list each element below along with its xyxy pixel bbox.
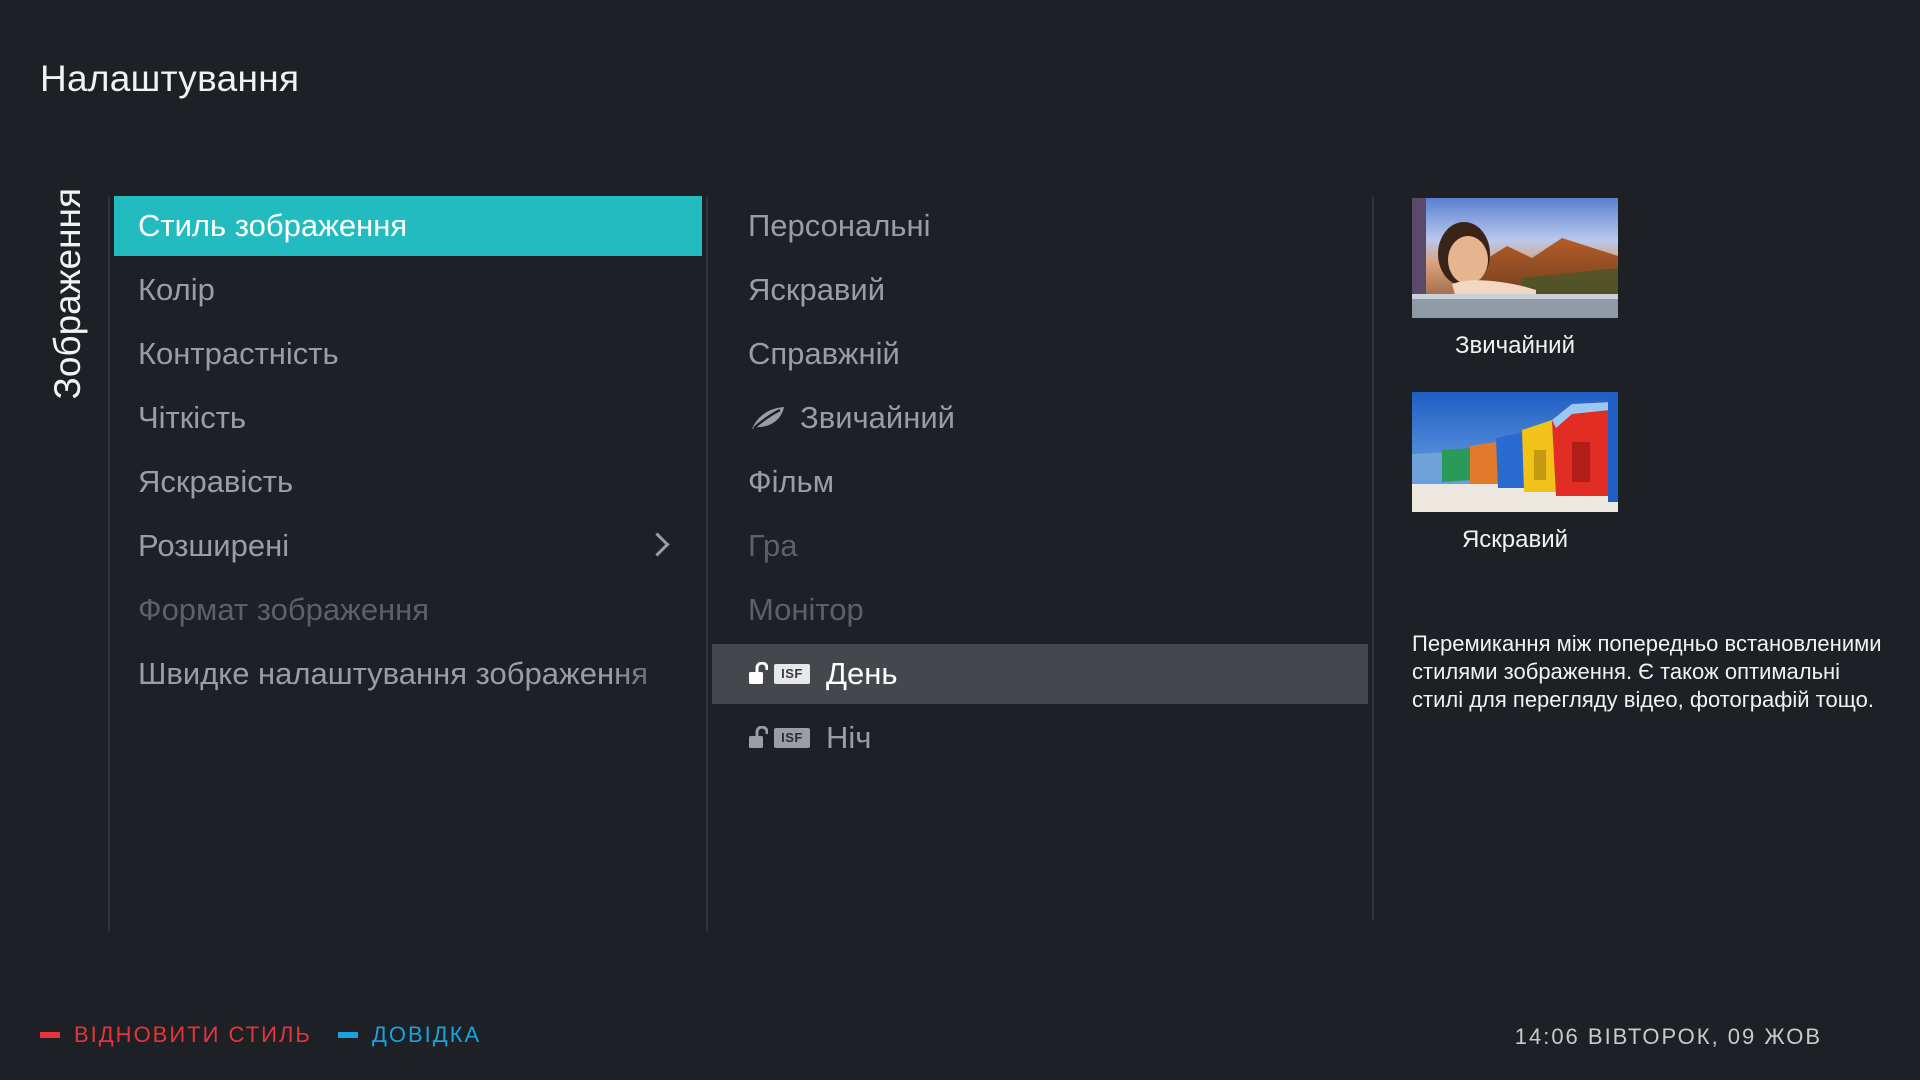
style-option-standard[interactable]: Звичайний bbox=[712, 388, 1368, 448]
isf-badge: ISF bbox=[774, 664, 810, 684]
menu-item-brightness[interactable]: Яскравість bbox=[114, 452, 702, 512]
style-option-game: Гра bbox=[712, 516, 1368, 576]
menu-item-label: Стиль зображення bbox=[138, 208, 408, 243]
chevron-right-icon bbox=[645, 532, 670, 557]
picture-settings-menu: Стиль зображення Колір Контрастність Чіт… bbox=[114, 196, 702, 708]
column-divider bbox=[1372, 196, 1374, 920]
section-tab-label: Зображення bbox=[47, 188, 88, 400]
tv-settings-screen: Налаштування Зображення Стиль зображення… bbox=[0, 0, 1920, 1080]
style-option-natural[interactable]: Справжній bbox=[712, 324, 1368, 384]
style-option-isf-night[interactable]: ISF Ніч bbox=[712, 708, 1368, 768]
help-description: Перемикання між попередньо встановленими… bbox=[1412, 631, 1882, 712]
style-option-label: Фільм bbox=[748, 464, 835, 499]
menu-item-label: Розширені bbox=[138, 528, 290, 563]
menu-item-label: Формат зображення bbox=[138, 592, 430, 627]
menu-item-quick-picture-setup[interactable]: Швидке налаштування зображення bbox=[114, 644, 702, 704]
style-option-label: Яскравий bbox=[748, 272, 886, 307]
unlocked-lock-icon bbox=[749, 726, 768, 748]
help-button[interactable]: ДОВІДКА bbox=[338, 1022, 481, 1048]
menu-item-contrast[interactable]: Контрастність bbox=[114, 324, 702, 384]
menu-item-picture-style[interactable]: Стиль зображення bbox=[114, 196, 702, 256]
style-option-label: Справжній bbox=[748, 336, 900, 371]
colorful-beach-huts-photo bbox=[1412, 392, 1618, 512]
page-title: Налаштування bbox=[40, 58, 300, 99]
menu-item-label: Колір bbox=[138, 272, 215, 307]
menu-item-label: Чіткість bbox=[138, 400, 247, 435]
menu-item-color[interactable]: Колір bbox=[114, 260, 702, 320]
style-option-label: Ніч bbox=[826, 720, 872, 755]
preview-thumbnail-vivid: Яскравий bbox=[1412, 392, 1618, 554]
preview-thumbnail-label: Звичайний bbox=[1455, 332, 1575, 359]
restore-style-button[interactable]: ВІДНОВИТИ СТИЛЬ bbox=[40, 1022, 312, 1048]
isf-badge: ISF bbox=[774, 728, 810, 748]
menu-item-sharpness[interactable]: Чіткість bbox=[114, 388, 702, 448]
preview-thumbnail-label: Яскравий bbox=[1461, 526, 1569, 553]
girl-window-landscape-photo bbox=[1412, 198, 1618, 318]
style-option-label: Персональні bbox=[748, 208, 931, 243]
style-option-label: Звичайний bbox=[800, 400, 955, 435]
menu-item-label: Яскравість bbox=[138, 464, 294, 499]
style-option-isf-day[interactable]: ISF День bbox=[712, 644, 1368, 704]
style-option-label: День bbox=[826, 656, 898, 691]
clock-status: 14:06 ВІВТОРОК, 09 ЖОВ bbox=[1514, 1024, 1822, 1049]
picture-style-list: Персональні Яскравий Справжній Звичайний… bbox=[712, 196, 1368, 772]
style-preview-panel: Звичайний Яскравий bbox=[1412, 198, 1892, 586]
menu-item-advanced[interactable]: Розширені bbox=[114, 516, 702, 576]
style-option-label: Монітор bbox=[748, 592, 864, 627]
menu-item-picture-format: Формат зображення bbox=[114, 580, 702, 640]
help-label: ДОВІДКА bbox=[372, 1022, 482, 1047]
eco-leaf-icon bbox=[752, 407, 784, 429]
blue-key-indicator bbox=[338, 1032, 358, 1038]
red-key-indicator bbox=[40, 1032, 60, 1038]
style-option-movie[interactable]: Фільм bbox=[712, 452, 1368, 512]
restore-style-label: ВІДНОВИТИ СТИЛЬ bbox=[74, 1022, 312, 1047]
column-divider bbox=[706, 196, 708, 932]
preview-thumbnail-standard: Звичайний bbox=[1412, 198, 1618, 360]
section-tab-picture[interactable]: Зображення bbox=[40, 188, 88, 416]
menu-item-label: Контрастність bbox=[138, 336, 339, 371]
menu-item-label: Швидке налаштування зображення bbox=[138, 656, 649, 691]
unlocked-lock-icon bbox=[749, 662, 768, 684]
style-option-personal[interactable]: Персональні bbox=[712, 196, 1368, 256]
style-option-vivid[interactable]: Яскравий bbox=[712, 260, 1368, 320]
style-option-monitor: Монітор bbox=[712, 580, 1368, 640]
style-option-label: Гра bbox=[748, 528, 798, 563]
column-divider bbox=[108, 196, 110, 932]
